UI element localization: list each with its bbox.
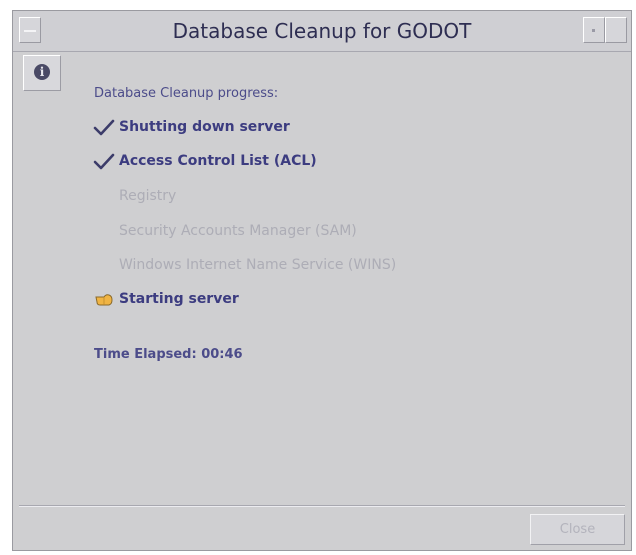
step-starting-server: Starting server [95, 291, 239, 307]
dialog-window: Database Cleanup for GODOT i Database Cl… [12, 10, 632, 551]
info-icon: i [34, 64, 50, 80]
step-security-accounts-manager: Security Accounts Manager (SAM) [119, 223, 357, 239]
maximize-button[interactable] [605, 17, 627, 43]
step-label: Access Control List (ACL) [119, 153, 317, 169]
minimize-button[interactable] [583, 17, 605, 43]
pointing-hand-icon [95, 294, 113, 306]
minimize-icon [592, 29, 595, 32]
step-label: Windows Internet Name Service (WINS) [119, 257, 397, 273]
step-wins: Windows Internet Name Service (WINS) [119, 257, 396, 273]
close-button[interactable]: Close [530, 514, 625, 545]
window-title: Database Cleanup for GODOT [172, 19, 472, 43]
checkmark-icon [93, 119, 115, 136]
title-bar[interactable]: Database Cleanup for GODOT [13, 11, 631, 52]
time-elapsed: Time Elapsed: 00:46 [94, 347, 243, 362]
step-registry: Registry [119, 188, 176, 204]
step-access-control-list: Access Control List (ACL) [93, 153, 317, 170]
info-button[interactable]: i [23, 55, 61, 91]
checkmark-icon [93, 153, 115, 170]
step-shutting-down-server: Shutting down server [93, 119, 290, 136]
step-label: Registry [119, 188, 177, 204]
step-label: Starting server [119, 291, 239, 307]
step-label: Shutting down server [119, 119, 290, 135]
footer-divider [19, 505, 625, 507]
progress-heading: Database Cleanup progress: [94, 86, 279, 101]
step-label: Security Accounts Manager (SAM) [119, 223, 357, 239]
